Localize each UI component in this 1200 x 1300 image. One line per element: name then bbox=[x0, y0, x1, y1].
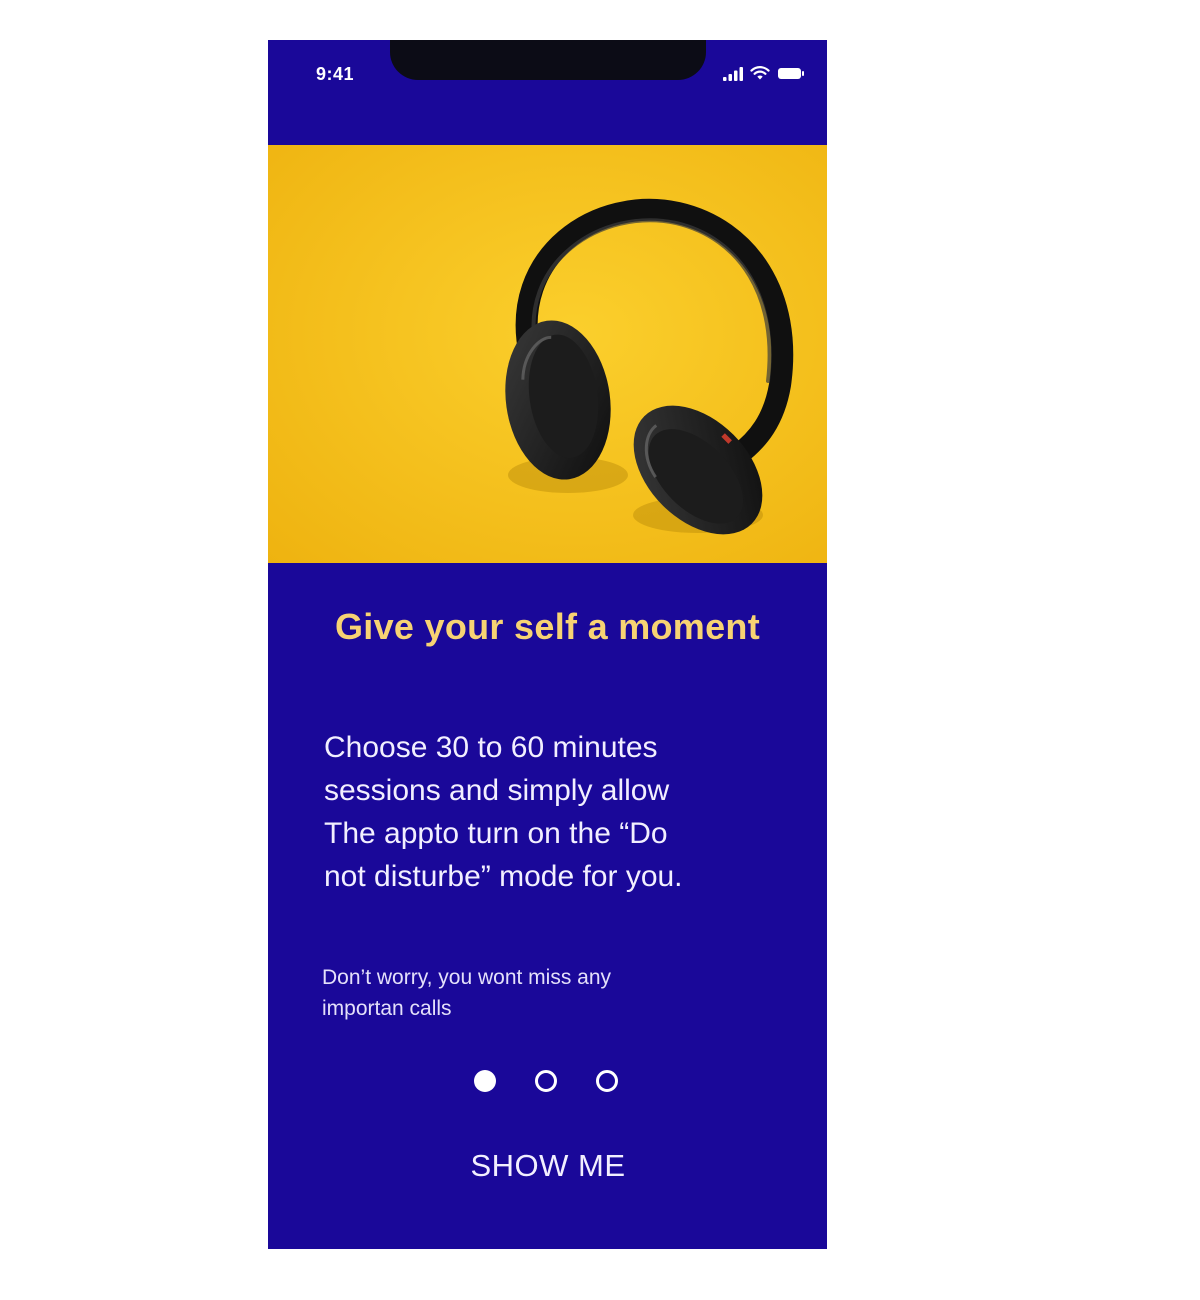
status-icons bbox=[723, 66, 805, 81]
onboarding-title: Give your self a moment bbox=[334, 606, 761, 647]
device-notch bbox=[390, 40, 706, 80]
onboarding-note: Don’t worry, you wont miss any importan … bbox=[322, 966, 612, 1020]
page-dot-3[interactable] bbox=[596, 1070, 618, 1092]
page-dot-1[interactable] bbox=[474, 1070, 496, 1092]
page-dot-2[interactable] bbox=[535, 1070, 557, 1092]
battery-icon bbox=[777, 67, 805, 80]
status-time: 9:41 bbox=[316, 64, 355, 84]
headphones-illustration bbox=[268, 145, 827, 563]
onboarding-screen: 9:41 Give your self a moment Choose 30 t… bbox=[268, 40, 827, 1249]
show-me-button[interactable]: SHOW ME bbox=[428, 1138, 668, 1194]
status-bar: 9:41 bbox=[268, 40, 827, 145]
cellular-signal-icon bbox=[723, 66, 743, 81]
hero-image bbox=[268, 145, 827, 563]
page-indicator bbox=[268, 1070, 827, 1092]
wifi-icon bbox=[750, 66, 770, 81]
onboarding-description: Choose 30 to 60 minutes sessions and sim… bbox=[324, 731, 683, 893]
